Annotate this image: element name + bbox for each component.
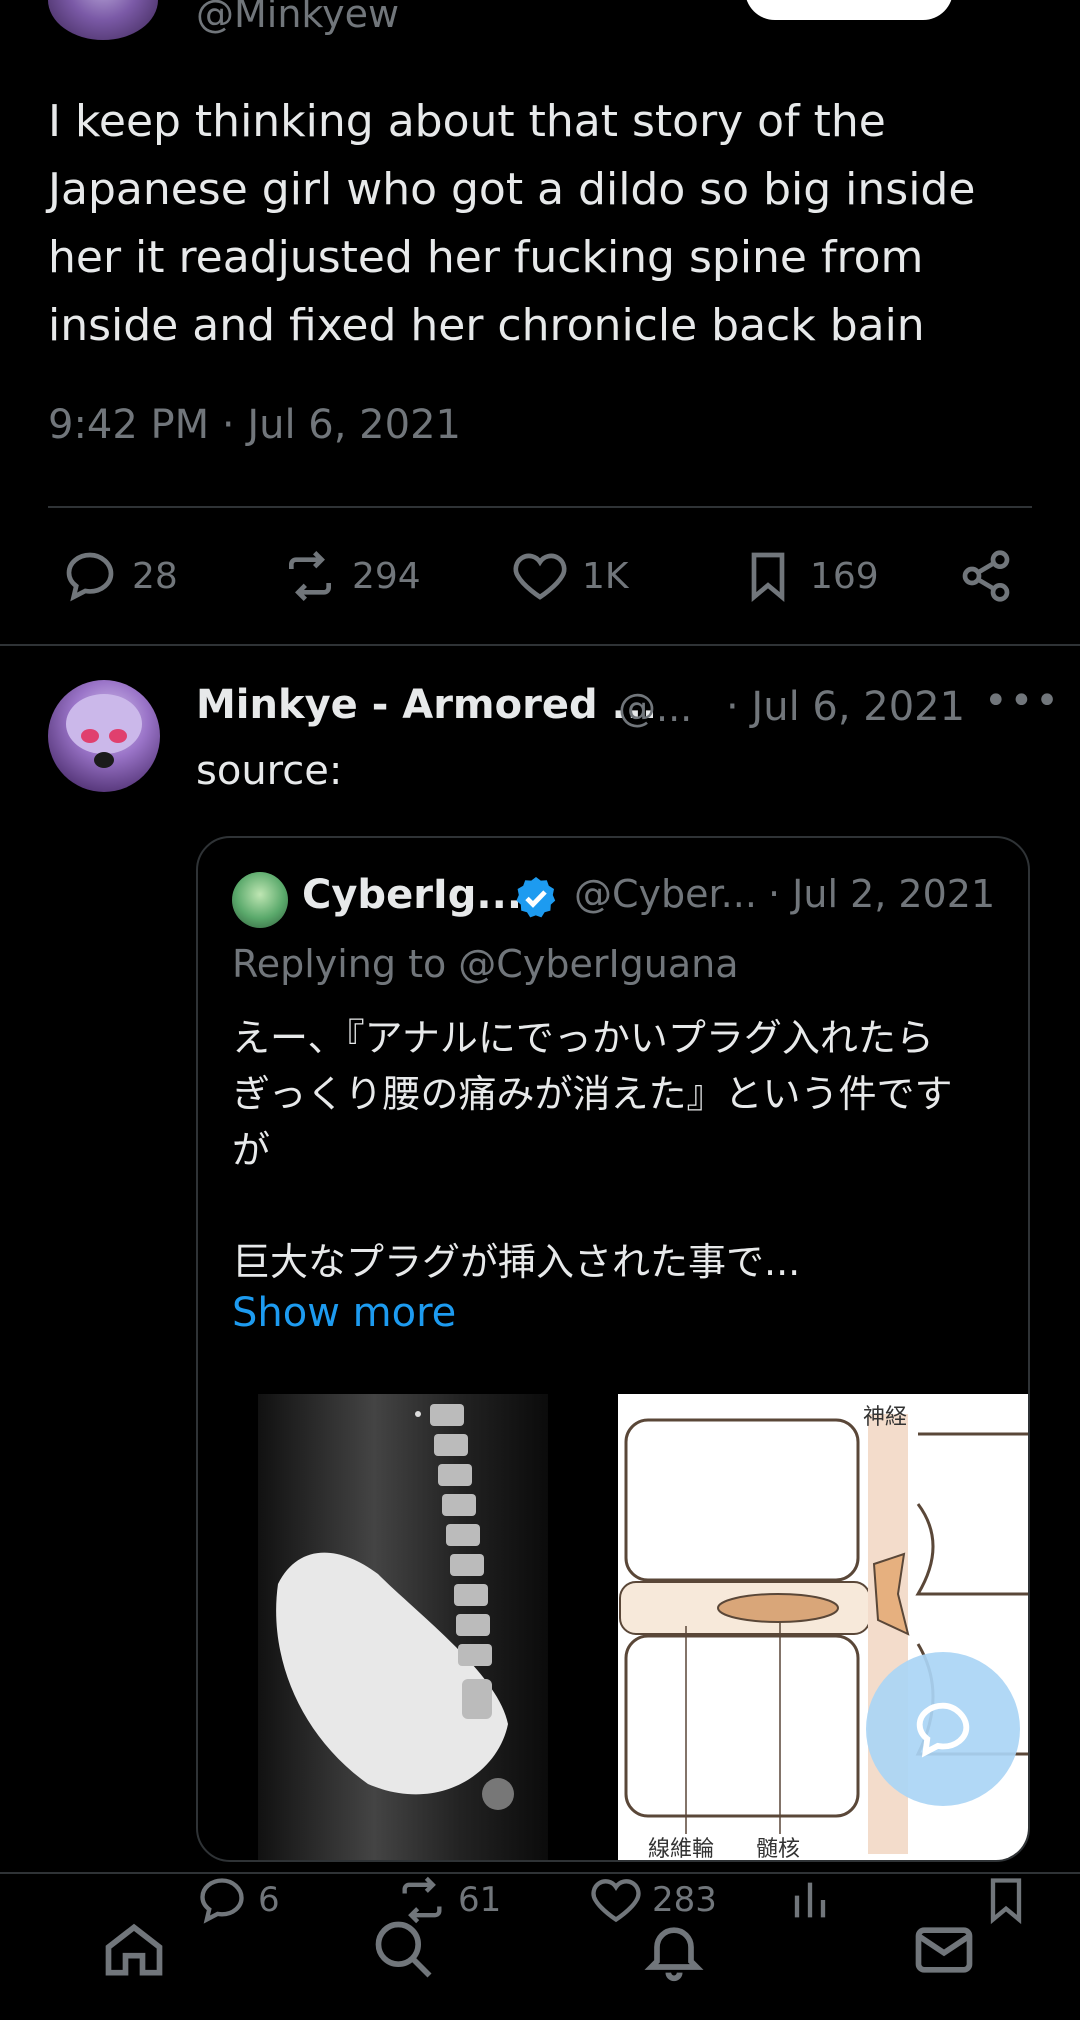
- tweet-timestamp[interactable]: 9:42 PM · Jul 6, 2021: [48, 402, 461, 448]
- reply-author-handle[interactable]: @...: [618, 686, 692, 730]
- bottom-navigation-bar: 6 61 283: [0, 1874, 1080, 2020]
- like-button[interactable]: 1K: [512, 548, 629, 604]
- label-annulus: 線維輪: [648, 1837, 714, 1862]
- quoted-tweet-text: えー、『アナルにでっかいプラグ入れたら ぎっくり腰の痛みが消えた』という件です …: [232, 1016, 953, 1284]
- quoted-author-name[interactable]: CyberIg...: [302, 872, 522, 918]
- reply-count: 28: [132, 555, 178, 597]
- heart-icon: [591, 1879, 641, 1923]
- avatar-illustration: [66, 694, 142, 768]
- search-icon: [375, 1921, 432, 1978]
- divider: [48, 506, 1032, 508]
- share-icon: [962, 550, 1010, 602]
- reply-reply-count: 6: [258, 1880, 280, 1920]
- reply-author-name[interactable]: Minkye - Armored ...: [196, 682, 657, 728]
- home-icon: [105, 1923, 163, 1976]
- show-more-link[interactable]: Show more: [232, 1290, 456, 1336]
- author-avatar[interactable]: [48, 0, 158, 40]
- nav-search[interactable]: [370, 1916, 438, 1984]
- analytics-icon: [794, 1882, 826, 1918]
- nav-messages[interactable]: [910, 1916, 978, 1984]
- replying-to-label[interactable]: Replying to @CyberIguana: [232, 942, 739, 986]
- divider: [0, 644, 1080, 646]
- reply-like-count: 283: [652, 1880, 717, 1920]
- tweet-text: I keep thinking about that story of the …: [48, 96, 976, 351]
- label-nerve: 神経: [863, 1405, 907, 1430]
- retweet-count: 294: [352, 555, 421, 597]
- retweet-button[interactable]: 294: [282, 548, 421, 604]
- reply-retweet-button[interactable]: 61: [396, 1874, 501, 1926]
- retweet-icon: [402, 1876, 442, 1924]
- quoted-date[interactable]: · Jul 2, 2021: [768, 872, 995, 916]
- reply-text: source:: [196, 748, 343, 794]
- reply-bookmark-button[interactable]: [980, 1874, 1032, 1926]
- bookmark-icon: [990, 1878, 1022, 1925]
- bell-icon: [644, 1927, 704, 1982]
- reply-icon: [200, 1878, 244, 1924]
- ct-scan-image[interactable]: [258, 1394, 548, 1860]
- reply-icon: [66, 552, 114, 602]
- reply-date[interactable]: · Jul 6, 2021: [726, 684, 965, 730]
- reply-retweet-count: 61: [458, 1880, 502, 1920]
- quoted-author-avatar[interactable]: [232, 872, 288, 928]
- reply-reply-button[interactable]: 6: [196, 1874, 280, 1926]
- nav-home[interactable]: [100, 1916, 168, 1984]
- reply-like-button[interactable]: 283: [590, 1874, 717, 1926]
- more-options-button[interactable]: •••: [984, 678, 1061, 724]
- bookmark-count: 169: [810, 555, 879, 597]
- quoted-author-handle[interactable]: @Cyber...: [574, 872, 757, 916]
- bookmark-button[interactable]: 169: [740, 548, 879, 604]
- mail-icon: [915, 1927, 973, 1973]
- retweet-icon: [289, 551, 331, 601]
- author-handle[interactable]: @Minkyew: [196, 0, 399, 36]
- compose-button[interactable]: [866, 1652, 1020, 1806]
- reply-button[interactable]: 28: [62, 548, 178, 604]
- reply-analytics-button[interactable]: [784, 1874, 836, 1926]
- like-count: 1K: [582, 555, 629, 597]
- nav-notifications[interactable]: [640, 1916, 708, 1984]
- label-nucleus: 髄核: [756, 1837, 800, 1862]
- share-button[interactable]: [958, 548, 1014, 604]
- ct-scan-illustration: [276, 1404, 514, 1810]
- compose-icon: [916, 1702, 970, 1758]
- reply-author-avatar[interactable]: [48, 680, 160, 792]
- verified-badge-icon: [516, 877, 556, 918]
- bookmark-icon: [751, 552, 785, 602]
- follow-button[interactable]: [745, 0, 953, 20]
- heart-icon: [513, 553, 567, 600]
